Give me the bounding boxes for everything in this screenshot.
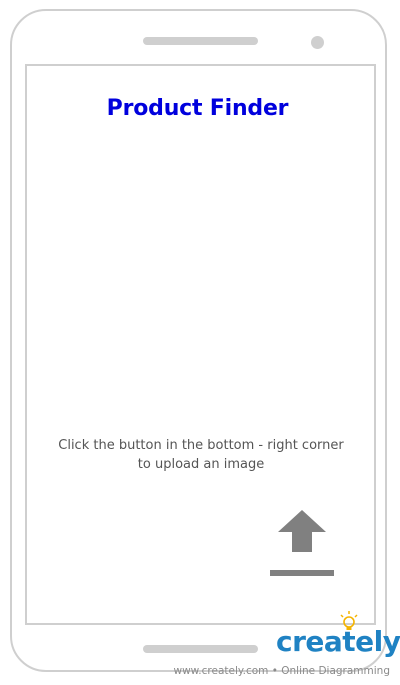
page-title: Product Finder <box>106 96 289 121</box>
creately-logo: creately <box>276 611 400 664</box>
phone-home-bar <box>143 645 258 653</box>
phone-speaker <box>143 37 258 45</box>
upload-button[interactable] <box>266 506 338 580</box>
upload-instructions: Click the button in the bottom - right c… <box>58 438 344 472</box>
footer-text: www.creately.com • Online Diagramming <box>173 665 391 677</box>
upload-icon <box>270 510 334 576</box>
phone-camera <box>311 36 324 49</box>
page: Product Finder Click the button in the b… <box>0 0 400 685</box>
creately-logo-text: creately <box>276 625 400 658</box>
